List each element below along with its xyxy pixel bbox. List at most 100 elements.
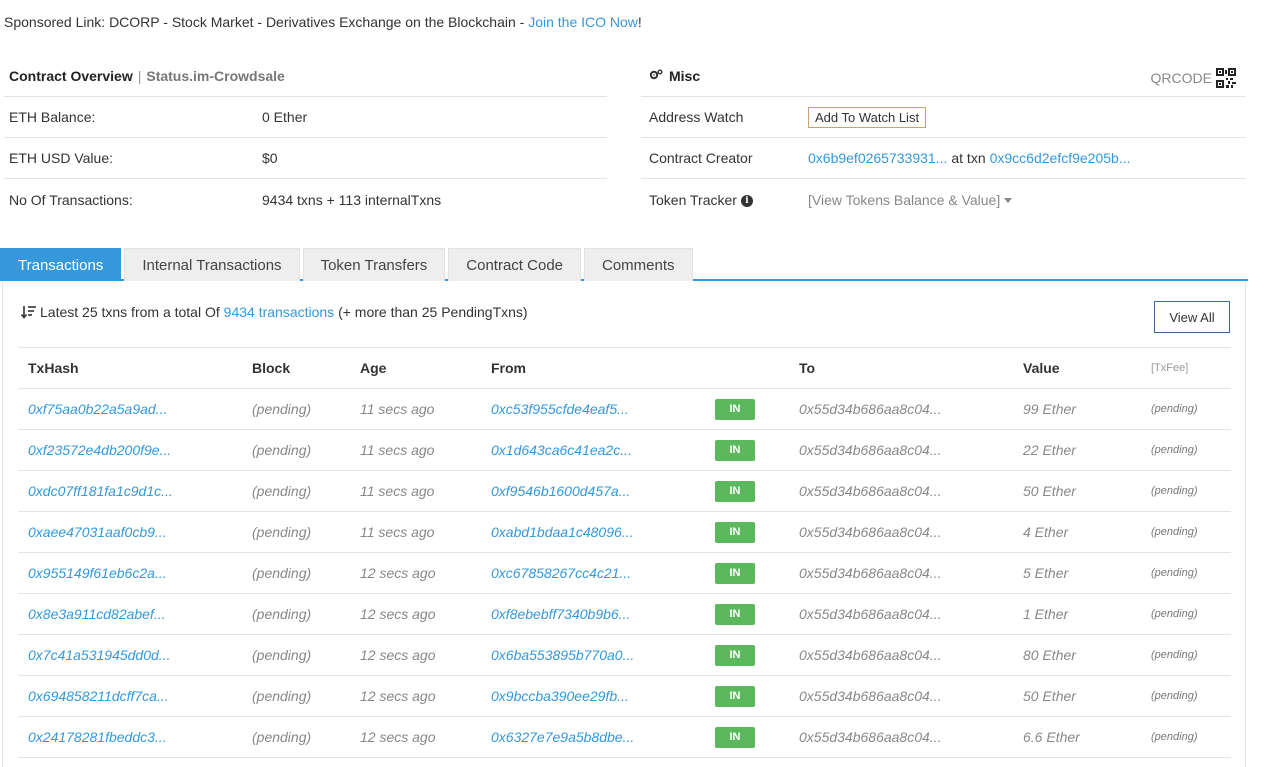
tx-hash-link[interactable]: 0xf75aa0b22a5a9ad... xyxy=(18,388,242,430)
creator-at-text: at txn xyxy=(951,150,986,166)
eth-balance-row: ETH Balance: 0 Ether xyxy=(4,97,607,138)
join-ico-link[interactable]: Join the ICO Now xyxy=(528,14,638,30)
tab-internal-transactions[interactable]: Internal Transactions xyxy=(124,248,300,281)
sponsored-link-banner: Sponsored Link: DCORP - Stock Market - D… xyxy=(4,14,642,30)
address-watch-label: Address Watch xyxy=(649,109,744,125)
tx-to: 0x55d34b686aa8c04... xyxy=(789,675,1013,717)
tx-block: (pending) xyxy=(242,552,350,594)
tx-fee: (pending) xyxy=(1141,552,1231,594)
tx-from-link[interactable]: 0x9bccba390ee29fb... xyxy=(481,675,705,717)
creator-address-link[interactable]: 0x6b9ef0265733931... xyxy=(808,150,947,166)
tx-from-link[interactable]: 0x6ba553895b770a0... xyxy=(481,634,705,676)
table-row: 0xf75aa0b22a5a9ad... (pending) 11 secs ago… xyxy=(18,388,1231,430)
total-transactions-link[interactable]: 9434 transactions xyxy=(224,304,335,320)
tx-direction-cell: IN xyxy=(705,429,789,471)
eth-usd-row: ETH USD Value: $0 xyxy=(4,138,607,179)
tx-direction-cell: IN xyxy=(705,634,789,676)
table-row: 0xdc07ff181fa1c9d1c... (pending) 11 secs a… xyxy=(18,470,1231,512)
in-badge: IN xyxy=(715,521,755,543)
table-row: 0x694858211dcff7ca... (pending) 12 secs ag… xyxy=(18,675,1231,717)
tx-value: 5 Ether xyxy=(1013,552,1141,594)
tx-to: 0x55d34b686aa8c04... xyxy=(789,429,1013,471)
tx-hash-link[interactable]: 0x694858211dcff7ca... xyxy=(18,675,242,717)
tx-fee: (pending) xyxy=(1141,716,1231,758)
col-block: Block xyxy=(242,347,350,389)
tx-count-label: No Of Transactions: xyxy=(9,191,133,208)
creator-txn-link[interactable]: 0x9cc6d2efcf9e205b... xyxy=(990,150,1131,166)
info-icon[interactable]: i xyxy=(740,194,753,207)
qrcode-label: QRCODE xyxy=(1150,70,1212,86)
in-badge: IN xyxy=(715,398,755,420)
summary-suffix: (+ more than 25 PendingTxns) xyxy=(338,304,528,320)
header-separator: | xyxy=(137,68,142,84)
transactions-summary: Latest 25 txns from a total Of 9434 tran… xyxy=(21,304,528,320)
cogs-icon xyxy=(649,69,664,84)
tx-hash-link[interactable]: 0x8e3a911cd82abef... xyxy=(18,593,242,635)
tx-value: 50 Ether xyxy=(1013,470,1141,512)
view-tokens-label: [View Tokens Balance & Value] xyxy=(808,191,1001,208)
tx-from-link[interactable]: 0xf8ebebff7340b9b6... xyxy=(481,593,705,635)
eth-balance-value: 0 Ether xyxy=(262,109,308,125)
caret-down-icon xyxy=(1004,198,1013,204)
tx-hash-link[interactable]: 0xaee47031aaf0cb9... xyxy=(18,511,242,553)
tx-age: 12 secs ago xyxy=(350,675,481,717)
tx-from-link[interactable]: 0xabd1bdaa1c48096... xyxy=(481,511,705,553)
tx-value: 22 Ether xyxy=(1013,429,1141,471)
tx-from-link[interactable]: 0x6327e7e9a5b8dbe... xyxy=(481,716,705,758)
tx-count-value: 9434 txns + 113 internalTxns xyxy=(262,191,442,208)
tx-direction-cell: IN xyxy=(705,470,789,512)
tx-block: (pending) xyxy=(242,593,350,635)
token-tracker-label-wrap: Token Tracker i xyxy=(649,192,808,208)
table-row: 0x8e3a911cd82abef... (pending) 12 secs ago… xyxy=(18,593,1231,635)
tx-block: (pending) xyxy=(242,634,350,676)
tx-direction-cell: IN xyxy=(705,593,789,635)
token-tracker-row: Token Tracker i [View Tokens Balance & Va… xyxy=(641,179,1246,220)
tx-to: 0x55d34b686aa8c04... xyxy=(789,593,1013,635)
tx-fee: (pending) xyxy=(1141,634,1231,676)
eth-balance-label: ETH Balance: xyxy=(9,109,96,125)
in-badge: IN xyxy=(715,726,755,748)
tx-age: 11 secs ago xyxy=(350,388,481,430)
tab-transactions[interactable]: Transactions xyxy=(0,248,122,281)
tx-value: 99 Ether xyxy=(1013,388,1141,430)
tx-hash-link[interactable]: 0x7c41a531945dd0d... xyxy=(18,634,242,676)
qrcode-icon xyxy=(1216,68,1236,88)
tx-block: (pending) xyxy=(242,675,350,717)
tx-hash-link[interactable]: 0x955149f61eb6c2a... xyxy=(18,552,242,594)
table-row: 0x7c41a531945dd0d... (pending) 12 secs ago… xyxy=(18,634,1231,676)
tx-from-link[interactable]: 0xc53f955cfde4eaf5... xyxy=(481,388,705,430)
tx-value: 6.6 Ether xyxy=(1013,716,1141,758)
qrcode-link[interactable]: QRCODE xyxy=(1151,68,1236,88)
view-all-button[interactable]: View All xyxy=(1154,301,1230,333)
contract-creator-label: Contract Creator xyxy=(649,150,753,166)
summary-prefix: Latest 25 txns from a total Of xyxy=(40,304,220,320)
tx-from-link[interactable]: 0xc67858267cc4c21... xyxy=(481,552,705,594)
tab-bar: Transactions Internal Transactions Token… xyxy=(0,248,1248,281)
tx-to: 0x55d34b686aa8c04... xyxy=(789,511,1013,553)
table-row: 0xf23572e4db200f9e... (pending) 11 secs ag… xyxy=(18,429,1231,471)
tx-hash-link[interactable]: 0xf23572e4db200f9e... xyxy=(18,429,242,471)
tx-to: 0x55d34b686aa8c04... xyxy=(789,716,1013,758)
tx-value: 80 Ether xyxy=(1013,634,1141,676)
misc-panel: Misc QRCODE Address Watch Add To Watch L… xyxy=(641,56,1246,220)
tab-token-transfers[interactable]: Token Transfers xyxy=(302,248,446,281)
view-tokens-dropdown[interactable]: [View Tokens Balance & Value] xyxy=(808,191,1013,208)
tab-comments[interactable]: Comments xyxy=(584,248,693,281)
tx-from-link[interactable]: 0x1d643ca6c41ea2c... xyxy=(481,429,705,471)
tx-to: 0x55d34b686aa8c04... xyxy=(789,634,1013,676)
misc-title: Misc xyxy=(669,68,701,84)
in-badge: IN xyxy=(715,480,755,502)
tx-value: 50 Ether xyxy=(1013,675,1141,717)
add-to-watch-list-button[interactable]: Add To Watch List xyxy=(808,106,927,128)
table-header-row: TxHash Block Age From To Value [TxFee] xyxy=(18,347,1231,389)
tx-fee: (pending) xyxy=(1141,511,1231,553)
tx-from-link[interactable]: 0xf9546b1600d457a... xyxy=(481,470,705,512)
tx-count-row: No Of Transactions: 9434 txns + 113 inte… xyxy=(4,179,607,220)
tab-contract-code[interactable]: Contract Code xyxy=(448,248,581,281)
col-txhash: TxHash xyxy=(18,347,242,389)
tx-to: 0x55d34b686aa8c04... xyxy=(789,388,1013,430)
tx-value: 4 Ether xyxy=(1013,511,1141,553)
col-txfee: [TxFee] xyxy=(1141,347,1231,389)
tx-hash-link[interactable]: 0x24178281fbeddc3... xyxy=(18,716,242,758)
tx-hash-link[interactable]: 0xdc07ff181fa1c9d1c... xyxy=(18,470,242,512)
